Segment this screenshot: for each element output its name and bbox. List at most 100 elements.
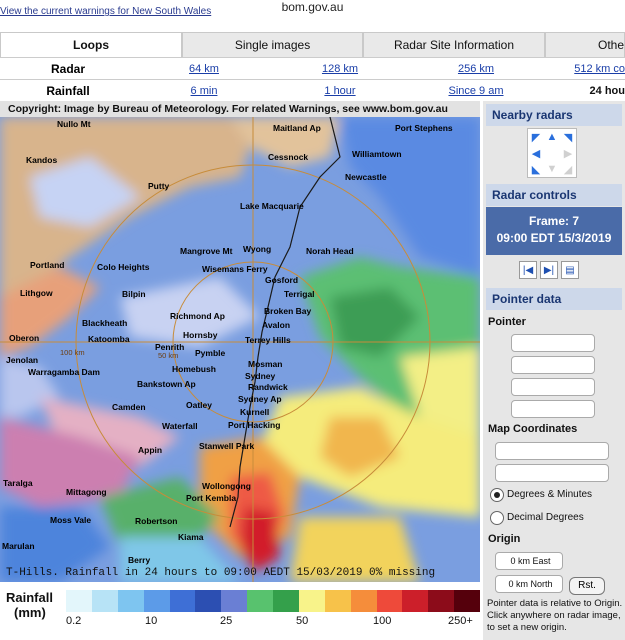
place-label: Bankstown Ap bbox=[137, 379, 196, 389]
radar-range-row: Radar 64 km 128 km 256 km 512 km co bbox=[0, 57, 625, 79]
map-caption: T-Hills. Rainfall in 24 hours to 09:00 A… bbox=[6, 567, 436, 579]
pointer-field bbox=[511, 378, 595, 396]
radar-row-label: Radar bbox=[50, 62, 85, 76]
rainfall-row-label: Rainfall bbox=[46, 84, 90, 98]
tab-other[interactable]: Othe bbox=[545, 32, 625, 57]
place-label: Mittagong bbox=[66, 487, 107, 497]
degrees-minutes-label: Degrees & Minutes bbox=[507, 489, 593, 500]
pointer-field bbox=[511, 356, 595, 374]
pointer-label: Pointer bbox=[488, 316, 526, 328]
decimal-degrees-label: Decimal Degrees bbox=[507, 512, 584, 523]
legend-swatch bbox=[117, 590, 144, 612]
place-label: Katoomba bbox=[88, 334, 130, 344]
frame-label: Frame: 7 bbox=[528, 214, 580, 228]
arrow-up-left-icon[interactable]: ◤ bbox=[528, 129, 544, 145]
legend-swatch bbox=[402, 590, 429, 612]
legend-swatch bbox=[195, 590, 222, 612]
arrow-left-icon[interactable]: ◀ bbox=[528, 145, 544, 161]
place-label: Kiama bbox=[178, 532, 204, 542]
place-label: Gosford bbox=[265, 275, 299, 285]
legend-title: Rainfall (mm) bbox=[6, 590, 53, 620]
legend-swatch bbox=[66, 590, 92, 612]
place-label: Taralga bbox=[3, 478, 33, 488]
legend-swatch bbox=[273, 590, 299, 612]
arrow-down-left-icon[interactable]: ◣ bbox=[528, 161, 544, 177]
sidebar: Nearby radars ◤ ▲ ◥ ◀ ▶ ◣ ▼ ◢ Radar cont… bbox=[483, 101, 625, 640]
place-label: Terrigal bbox=[284, 289, 315, 299]
legend-tick: 50 bbox=[296, 615, 309, 627]
copyright-bar: Copyright: Image by Bureau of Meteorolog… bbox=[0, 101, 480, 117]
legend-swatch bbox=[91, 590, 118, 612]
reset-button[interactable]: Rst. bbox=[569, 577, 605, 595]
place-label: Richmond Ap bbox=[170, 311, 225, 321]
place-label: Marulan bbox=[2, 541, 35, 551]
range-ring-label: 100 km bbox=[60, 348, 85, 357]
place-label: Sydney bbox=[245, 371, 276, 381]
step-forward-icon[interactable]: ▶| bbox=[540, 261, 558, 279]
place-label: Lithgow bbox=[20, 288, 53, 298]
place-label: Norah Head bbox=[306, 246, 354, 256]
place-label: Nullo Mt bbox=[57, 119, 91, 129]
place-label: Terrey Hills bbox=[245, 335, 291, 345]
origin-label: Origin bbox=[488, 533, 521, 545]
place-label: Putty bbox=[148, 181, 170, 191]
degrees-minutes-radio[interactable] bbox=[490, 488, 504, 502]
arrow-up-right-icon[interactable]: ◥ bbox=[560, 129, 576, 145]
radar-128km-link[interactable]: 128 km bbox=[322, 63, 358, 75]
legend-tick: 25 bbox=[220, 615, 233, 627]
legend-title-line2: (mm) bbox=[14, 605, 46, 620]
url-display: bom.gov.au bbox=[281, 0, 344, 14]
range-ring-label: 50 km bbox=[158, 351, 179, 360]
nearby-radars-header[interactable]: Nearby radars bbox=[486, 104, 622, 126]
rainfall-row: Rainfall 6 min 1 hour Since 9 am 24 hou bbox=[0, 79, 625, 101]
place-label: Stanwell Park bbox=[199, 441, 255, 451]
place-label: Waterfall bbox=[162, 421, 198, 431]
rainfall-1hour-link[interactable]: 1 hour bbox=[324, 85, 355, 97]
place-label: Randwick bbox=[248, 382, 288, 392]
place-label: Lake Macquarie bbox=[240, 201, 304, 211]
legend-title-line1: Rainfall bbox=[6, 590, 53, 605]
decimal-degrees-radio[interactable] bbox=[490, 511, 504, 525]
radar-64km-link[interactable]: 64 km bbox=[189, 63, 219, 75]
map-coordinates-label: Map Coordinates bbox=[488, 423, 578, 435]
browser-topbar: View the current warnings for New South … bbox=[0, 0, 625, 32]
place-label: Williamtown bbox=[352, 149, 402, 159]
place-label: Pymble bbox=[195, 348, 226, 358]
radar-512km-link[interactable]: 512 km co bbox=[574, 63, 625, 75]
tab-radar-site-information[interactable]: Radar Site Information bbox=[363, 32, 545, 57]
place-label: Maitland Ap bbox=[273, 123, 321, 133]
place-label: Port Stephens bbox=[395, 123, 453, 133]
place-label: Bilpin bbox=[122, 289, 146, 299]
rainfall-since9am-link[interactable]: Since 9 am bbox=[448, 85, 503, 97]
radar-controls-header: Radar controls bbox=[486, 184, 622, 206]
coordinate-field bbox=[495, 442, 609, 460]
radar-map[interactable]: Nullo Mt Maitland Ap Port Stephens Kando… bbox=[0, 117, 480, 582]
legend-swatch bbox=[169, 590, 196, 612]
nearby-radars-nav: ◤ ▲ ◥ ◀ ▶ ◣ ▼ ◢ bbox=[527, 128, 577, 178]
radar-256km-link[interactable]: 256 km bbox=[458, 63, 494, 75]
center-placeholder bbox=[544, 145, 560, 161]
rainfall-6min-link[interactable]: 6 min bbox=[191, 85, 218, 97]
place-label: Wisemans Ferry bbox=[202, 264, 268, 274]
legend-swatch bbox=[350, 590, 377, 612]
print-icon[interactable]: ▤ bbox=[561, 261, 579, 279]
tab-single-images[interactable]: Single images bbox=[182, 32, 363, 57]
place-label: Port Kembla bbox=[186, 493, 237, 503]
legend-swatch bbox=[376, 590, 403, 612]
place-label: Colo Heights bbox=[97, 262, 150, 272]
place-label: Blackheath bbox=[82, 318, 128, 328]
arrow-up-icon[interactable]: ▲ bbox=[544, 129, 560, 145]
legend-swatch bbox=[428, 590, 455, 612]
place-label: Cessnock bbox=[268, 152, 309, 162]
pointer-field bbox=[511, 334, 595, 352]
place-label: Newcastle bbox=[345, 172, 387, 182]
place-label: Mosman bbox=[248, 359, 283, 369]
place-label: Oberon bbox=[9, 333, 40, 343]
place-label: Wyong bbox=[243, 244, 272, 254]
place-label: Warragamba Dam bbox=[28, 367, 100, 377]
legend-swatch bbox=[324, 590, 351, 612]
origin-north-field: 0 km North bbox=[495, 575, 563, 593]
place-label: Homebush bbox=[172, 364, 216, 374]
tab-loops[interactable]: Loops bbox=[0, 32, 182, 57]
step-back-icon[interactable]: |◀ bbox=[519, 261, 537, 279]
